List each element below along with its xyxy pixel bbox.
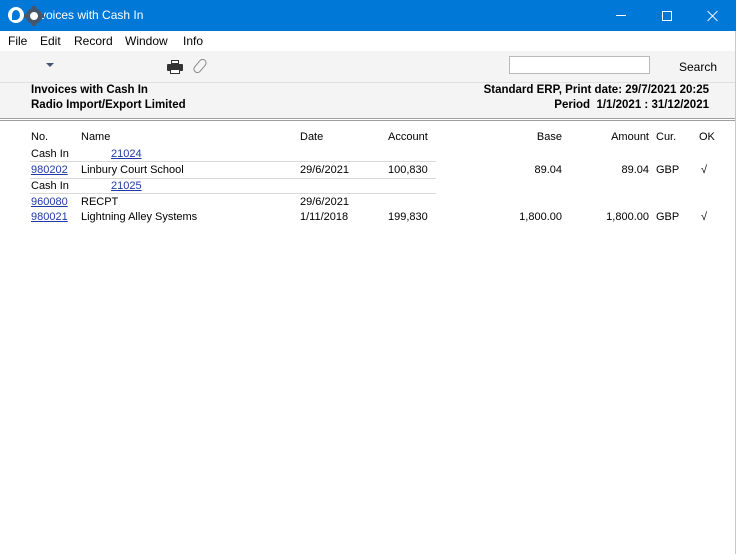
customer-name: Lightning Alley Systems [81,211,198,223]
account-number: 100,830 [388,164,428,176]
close-button[interactable] [690,0,736,31]
customer-name: Linbury Court School [81,164,184,176]
column-header-date: Date [300,131,324,143]
title-bar: Invoices with Cash In [0,0,736,31]
invoice-date: 29/6/2021 [300,196,349,208]
menu-info[interactable]: Info [183,34,203,48]
invoice-date: 1/11/2018 [300,211,349,223]
base-amount: 89.04 [534,164,562,176]
operations-menu-button[interactable] [22,4,58,28]
group-label: Cash In [31,148,69,160]
print-info: Standard ERP, Print date: 29/7/2021 20:2… [483,84,709,96]
divider [30,161,436,162]
invoice-number-link[interactable]: 980202 [31,164,68,176]
divider [0,120,736,121]
column-header-cur: Cur. [656,131,677,143]
cash-in-number-link[interactable]: 21025 [111,180,142,192]
cash-in-number-link[interactable]: 21024 [111,148,142,160]
base-amount: 1,800.00 [519,211,562,223]
customer-name: RECPT [81,196,119,208]
invoice-number-link[interactable]: 960080 [31,196,68,208]
divider [0,118,736,119]
chevron-down-icon [46,63,54,67]
column-header-name: Name [81,131,111,143]
report-title: Invoices with Cash In [31,84,148,96]
minimize-icon [616,15,626,16]
menu-record[interactable]: Record [74,34,113,48]
gear-icon [24,6,44,26]
close-icon [707,10,719,22]
group-label: Cash In [31,180,69,192]
ok-checkmark: √ [701,164,708,176]
company-name: Radio Import/Export Limited [31,99,186,111]
menu-window[interactable]: Window [125,34,168,48]
column-header-ok: OK [699,131,715,143]
minimize-button[interactable] [598,0,644,31]
invoice-number-link[interactable]: 980021 [31,211,68,223]
print-icon[interactable] [167,60,183,74]
invoice-date: 29/6/2021 [300,164,349,176]
currency: GBP [656,164,680,176]
column-header-amount: Amount [611,131,649,143]
report-period: Period 1/1/2021 : 31/12/2021 [554,99,709,111]
search-input[interactable] [509,56,650,74]
column-header-base: Base [536,131,562,143]
menu-bar: File Edit Record Window Info [0,31,736,51]
divider [30,178,436,179]
search-button[interactable]: Search [679,60,717,74]
maximize-icon [662,10,672,21]
amount: 89.04 [621,164,649,176]
divider [30,193,436,194]
amount: 1,800.00 [606,211,649,223]
ok-checkmark: √ [701,211,708,223]
menu-edit[interactable]: Edit [40,34,61,48]
account-number: 199,830 [388,211,428,223]
maximize-button[interactable] [644,0,690,31]
menu-file[interactable]: File [8,34,27,48]
column-header-no: No. [31,131,49,143]
column-header-account: Account [388,131,428,143]
currency: GBP [656,211,680,223]
